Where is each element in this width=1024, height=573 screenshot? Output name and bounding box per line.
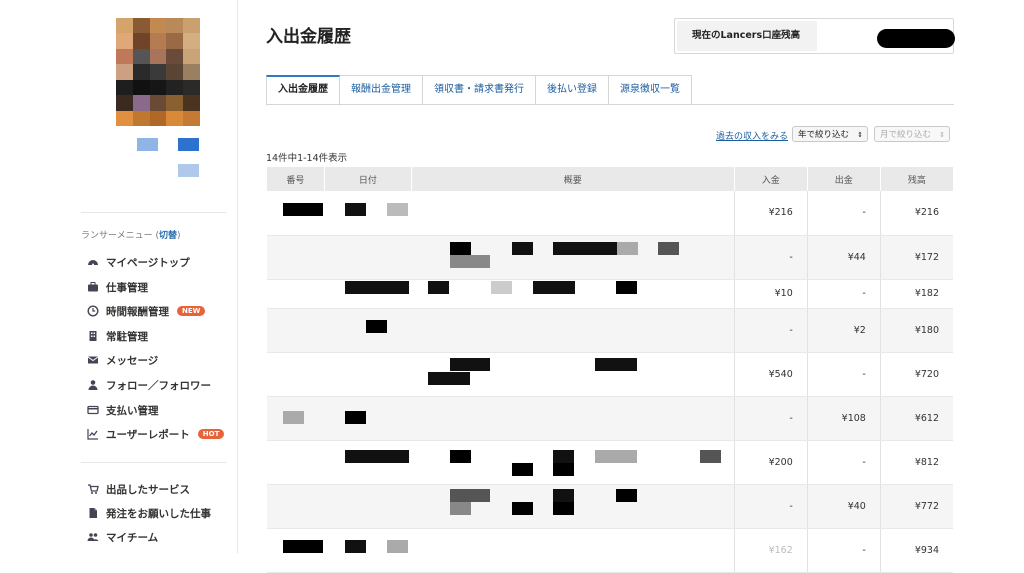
col-deposit: 入金	[733, 167, 808, 191]
sidebar-item-mypage[interactable]: マイページトップ	[87, 252, 190, 272]
select-arrows-icon: ⇕	[939, 131, 945, 139]
blurred-stat	[178, 138, 199, 151]
year-filter-select[interactable]: 年で絞り込む ⇕	[792, 126, 868, 142]
building-icon	[87, 330, 99, 342]
col-withdrawal: 出金	[806, 167, 881, 191]
balance-label: 現在のLancers口座残高	[677, 21, 817, 51]
card-icon	[87, 404, 99, 416]
person-icon	[87, 379, 99, 391]
team-icon	[87, 531, 99, 543]
col-balance: 残高	[879, 167, 953, 191]
month-filter-select[interactable]: 月で絞り込む ⇕	[874, 126, 950, 142]
tab-bar: 入出金履歴 報酬出金管理 領収書・請求書発行 後払い登録 源泉徴収一覧	[266, 75, 692, 106]
new-badge: NEW	[177, 306, 206, 316]
sidebar-item-resident[interactable]: 常駐管理	[87, 326, 148, 346]
avatar[interactable]	[116, 18, 200, 126]
table-row[interactable]: - ¥108 ¥612	[266, 396, 953, 441]
blurred-stat	[178, 164, 199, 177]
tab-divider	[266, 104, 954, 105]
clock-icon	[87, 305, 99, 317]
tab-withholding[interactable]: 源泉徴収一覧	[609, 75, 692, 105]
balance-box: 現在のLancers口座残高	[674, 18, 955, 54]
col-number: 番号	[266, 167, 325, 191]
dashboard-icon	[87, 256, 99, 268]
table-row[interactable]: - ¥40 ¥772	[266, 484, 953, 529]
menu-header: ランサーメニュー (切替)	[81, 231, 181, 241]
sidebar-item-report[interactable]: ユーザーレポート HOT	[87, 424, 225, 444]
tab-deferred-payment[interactable]: 後払い登録	[536, 75, 609, 105]
tab-receipts[interactable]: 領収書・請求書発行	[423, 75, 536, 105]
table-row[interactable]: ¥216 - ¥216	[266, 191, 953, 236]
sidebar-item-payments[interactable]: 支払い管理	[87, 400, 159, 420]
cart-icon	[87, 483, 99, 495]
select-arrows-icon: ⇕	[857, 131, 863, 139]
col-summary: 概要	[410, 167, 735, 191]
menu-toggle-link[interactable]: 切替	[159, 231, 177, 241]
tab-withdrawal[interactable]: 報酬出金管理	[340, 75, 423, 105]
blurred-stat	[137, 138, 158, 151]
redacted-balance	[877, 29, 955, 48]
sidebar-item-team[interactable]: マイチーム	[87, 527, 158, 547]
chart-icon	[87, 428, 99, 440]
sidebar: ランサーメニュー (切替) マイページトップ 仕事管理 時間報酬管理 NEW 常…	[0, 0, 238, 553]
table-row[interactable]: ¥162 - ¥934	[266, 528, 953, 573]
sidebar-item-ordered-jobs[interactable]: 発注をお願いした仕事	[87, 503, 211, 523]
sidebar-item-follow[interactable]: フォロー／フォロワー	[87, 375, 211, 395]
col-date: 日付	[323, 167, 412, 191]
hot-badge: HOT	[197, 429, 225, 439]
sidebar-divider	[81, 462, 226, 463]
sidebar-divider	[81, 212, 226, 213]
sidebar-item-messages[interactable]: メッセージ	[87, 350, 158, 370]
sidebar-item-jobs[interactable]: 仕事管理	[87, 277, 148, 297]
result-count: 14件中1-14件表示	[266, 153, 348, 164]
past-income-link[interactable]: 過去の収入をみる	[716, 129, 788, 142]
sidebar-item-hourly[interactable]: 時間報酬管理 NEW	[87, 301, 206, 321]
envelope-icon	[87, 354, 99, 366]
page-title: 入出金履歴	[266, 27, 351, 47]
briefcase-icon	[87, 281, 99, 293]
tab-history[interactable]: 入出金履歴	[266, 75, 340, 106]
document-icon	[87, 507, 99, 519]
table-header: 番号 日付 概要 入金 出金 残高	[266, 167, 953, 191]
sidebar-item-services[interactable]: 出品したサービス	[87, 479, 190, 499]
